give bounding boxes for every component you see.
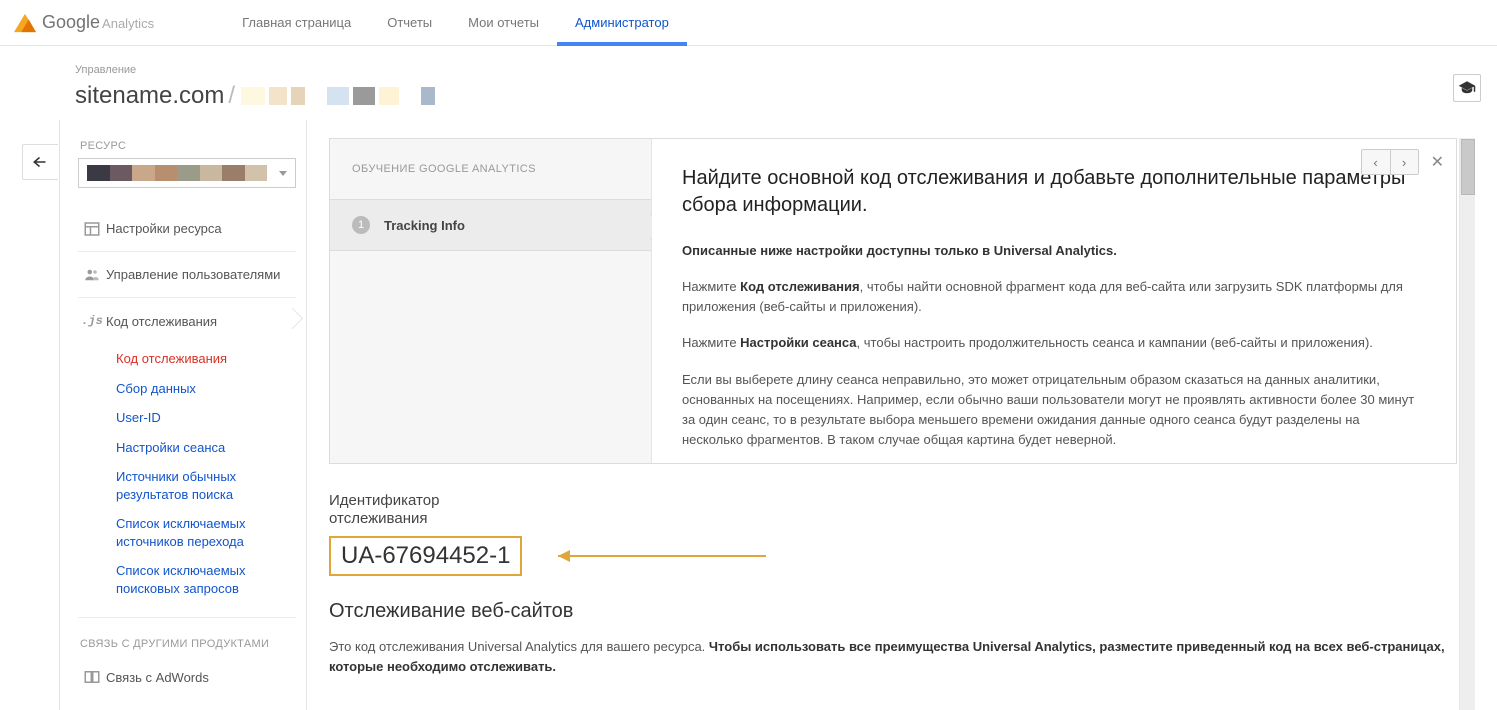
back-button[interactable]: [22, 144, 58, 180]
tutorial-title: Найдите основной код отслеживания и доба…: [682, 165, 1416, 219]
js-icon: .js: [78, 314, 106, 328]
tutorial-steps: ОБУЧЕНИЕ GOOGLE ANALYTICS 1 Tracking Inf…: [330, 139, 652, 463]
left-gutter: [0, 120, 60, 710]
graduation-cap-icon: [1458, 79, 1476, 97]
tutorial-bold-intro: Описанные ниже настройки доступны только…: [682, 243, 1117, 258]
tutorial-card: ОБУЧЕНИЕ GOOGLE ANALYTICS 1 Tracking Inf…: [329, 138, 1457, 464]
sidebar-item-adwords-link[interactable]: Связь с AdWords: [78, 654, 296, 700]
top-nav: Google Analytics Главная страница Отчеты…: [0, 0, 1497, 46]
ga-logo[interactable]: Google Analytics: [14, 12, 154, 34]
sidebar-list: Настройки ресурса Управление пользовател…: [78, 206, 296, 700]
web-tracking-heading: Отслеживание веб-сайтов: [329, 600, 1457, 623]
main-panel: ОБУЧЕНИЕ GOOGLE ANALYTICS 1 Tracking Inf…: [307, 120, 1497, 710]
scrollbar[interactable]: [1459, 138, 1475, 710]
t: Настройки сеанса: [740, 335, 856, 350]
step-title: Tracking Info: [384, 218, 465, 233]
tracking-submenu: Код отслеживания Сбор данных User-ID Нас…: [78, 344, 296, 618]
education-button[interactable]: [1453, 74, 1481, 102]
sidebar-label: Связь с AdWords: [106, 670, 296, 685]
chevron-down-icon: [279, 171, 287, 176]
ga-logo-icon: [14, 12, 36, 34]
sidebar: РЕСУРС Настройки ресурса: [60, 120, 307, 710]
sidebar-item-user-management[interactable]: Управление пользователями: [78, 252, 296, 298]
swatch: [327, 87, 349, 105]
pager-prev-button[interactable]: ‹: [1362, 150, 1390, 174]
nav-home[interactable]: Главная страница: [224, 0, 369, 45]
view-swatches: [241, 87, 435, 105]
sub-search-exclusions[interactable]: Список исключаемых поисковых запросов: [116, 556, 296, 603]
logo-text-analytics: Analytics: [102, 16, 154, 31]
columns-icon: [78, 220, 106, 238]
sidebar-section-products: СВЯЗЬ С ДРУГИМИ ПРОДУКТАМИ: [80, 638, 296, 650]
sidebar-item-property-settings[interactable]: Настройки ресурса: [78, 206, 296, 252]
tutorial-content: ‹ › ✕ Найдите основной код отслеживания …: [652, 139, 1456, 463]
swatch: [269, 87, 287, 105]
nav-admin[interactable]: Администратор: [557, 0, 687, 45]
sidebar-label: Управление пользователями: [106, 267, 296, 282]
t: Нажмите: [682, 335, 740, 350]
nav-tabs: Главная страница Отчеты Мои отчеты Админ…: [224, 0, 687, 45]
sub-data-collection[interactable]: Сбор данных: [116, 374, 296, 404]
step-number: 1: [352, 216, 370, 234]
t: Это код отслеживания Universal Analytics…: [329, 639, 709, 654]
swatch: [291, 87, 305, 105]
t: Нажмите: [682, 279, 740, 294]
nav-my-reports[interactable]: Мои отчеты: [450, 0, 557, 45]
tutorial-step-1[interactable]: 1 Tracking Info: [330, 199, 651, 251]
web-tracking-desc: Это код отслеживания Universal Analytics…: [329, 637, 1457, 677]
tutorial-pager: ‹ ›: [1361, 149, 1419, 175]
swatch: [379, 87, 399, 105]
pager-next-button[interactable]: ›: [1390, 150, 1418, 174]
scrollbar-thumb[interactable]: [1461, 139, 1475, 195]
title-slash: /: [228, 82, 235, 110]
sub-referral-exclusions[interactable]: Список исключаемых источников перехода: [116, 509, 296, 556]
property-swatches: [87, 165, 267, 181]
sidebar-item-tracking-code[interactable]: .js Код отслеживания: [78, 298, 296, 344]
site-name: sitename.com: [75, 82, 224, 110]
sub-user-id[interactable]: User-ID: [116, 403, 296, 433]
sidebar-label: Код отслеживания: [106, 314, 296, 329]
sub-session-settings[interactable]: Настройки сеанса: [116, 433, 296, 463]
sub-organic-sources[interactable]: Источники обычных результатов поиска: [116, 462, 296, 509]
t: , чтобы настроить продолжительность сеан…: [857, 335, 1373, 350]
sidebar-section-resource: РЕСУРС: [80, 140, 296, 152]
back-arrow-icon: [32, 155, 50, 169]
users-icon: [78, 266, 106, 284]
tracking-id-value: UA-67694452-1: [329, 536, 522, 576]
link-icon: [78, 668, 106, 686]
annotation-arrow: [540, 546, 770, 566]
tracking-id-section: Идентификатор отслеживания UA-67694452-1…: [329, 492, 1457, 677]
tutorial-badge: ОБУЧЕНИЕ GOOGLE ANALYTICS: [330, 139, 651, 199]
sub-tracking-code[interactable]: Код отслеживания: [116, 344, 296, 374]
logo-text-google: Google: [42, 12, 100, 33]
title-line: sitename.com /: [75, 82, 1497, 110]
close-tutorial-button[interactable]: ✕: [1431, 152, 1444, 172]
tracking-id-label: Идентификатор отслеживания: [329, 492, 489, 528]
tutorial-body: Описанные ниже настройки доступны только…: [682, 241, 1416, 463]
property-selector[interactable]: [78, 158, 296, 188]
swatch: [421, 87, 435, 105]
swatch: [353, 87, 375, 105]
sidebar-label: Настройки ресурса: [106, 221, 296, 236]
tutorial-paragraph: Если вы выберете длину сеанса неправильн…: [682, 370, 1416, 451]
page-header: Управление sitename.com /: [0, 46, 1497, 120]
t: Код отслеживания: [740, 279, 859, 294]
swatch: [241, 87, 265, 105]
breadcrumb: Управление: [75, 64, 1497, 76]
nav-reports[interactable]: Отчеты: [369, 0, 450, 45]
